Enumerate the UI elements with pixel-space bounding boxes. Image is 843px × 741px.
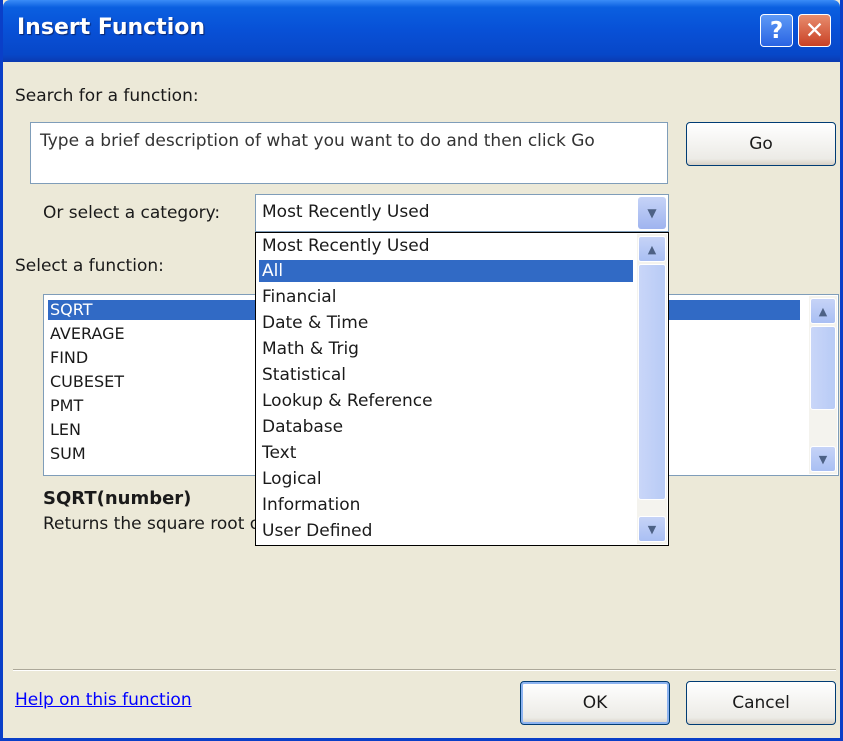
- category-option-date-time[interactable]: Date & Time: [259, 312, 633, 334]
- title-bar[interactable]: Insert Function ? ✕: [3, 0, 840, 62]
- function-item-average[interactable]: AVERAGE: [48, 324, 125, 344]
- category-option-most-recently-used[interactable]: Most Recently Used: [259, 235, 633, 257]
- function-item-sum[interactable]: SUM: [48, 444, 86, 464]
- category-option-statistical[interactable]: Statistical: [259, 364, 633, 386]
- function-list-scrollbar[interactable]: ▲ ▼: [809, 296, 837, 474]
- cancel-button[interactable]: Cancel: [686, 681, 836, 725]
- category-label: Or select a category:: [43, 203, 221, 223]
- function-item-len[interactable]: LEN: [48, 420, 81, 440]
- category-selected-value: Most Recently Used: [262, 202, 430, 222]
- chevron-down-icon[interactable]: ▼: [638, 197, 666, 229]
- down-arrow-icon[interactable]: ▼: [810, 446, 836, 472]
- search-input[interactable]: Type a brief description of what you wan…: [30, 122, 668, 184]
- footer-separator: [13, 669, 836, 671]
- help-icon: ?: [769, 17, 784, 44]
- cancel-button-label: Cancel: [732, 693, 790, 713]
- function-description: Returns the square root of a number.: [43, 514, 255, 534]
- search-label: Search for a function:: [15, 86, 199, 106]
- help-on-function-link[interactable]: Help on this function: [15, 690, 192, 710]
- up-arrow-icon[interactable]: ▲: [638, 236, 666, 262]
- window-title: Insert Function: [17, 15, 206, 40]
- category-dropdown-list[interactable]: Most Recently Used All Financial Date & …: [255, 232, 669, 546]
- function-signature: SQRT(number): [43, 488, 192, 509]
- category-option-all[interactable]: All: [259, 260, 633, 282]
- category-option-math-trig[interactable]: Math & Trig: [259, 338, 633, 360]
- category-dropdown-scroll-thumb[interactable]: [638, 264, 666, 500]
- go-button-label: Go: [749, 134, 773, 154]
- category-option-database[interactable]: Database: [259, 416, 633, 438]
- go-button[interactable]: Go: [686, 122, 836, 166]
- insert-function-dialog: Insert Function ? ✕ Search for a functio…: [0, 0, 843, 741]
- help-button[interactable]: ?: [760, 14, 793, 47]
- down-arrow-icon[interactable]: ▼: [638, 516, 666, 542]
- function-list-label: Select a function:: [15, 256, 164, 276]
- category-option-logical[interactable]: Logical: [259, 468, 633, 490]
- ok-button[interactable]: OK: [520, 681, 670, 725]
- category-option-financial[interactable]: Financial: [259, 286, 633, 308]
- category-option-information[interactable]: Information: [259, 494, 633, 516]
- function-item-cubeset[interactable]: CUBESET: [48, 372, 124, 392]
- function-item-pmt[interactable]: PMT: [48, 396, 83, 416]
- category-select[interactable]: Most Recently Used ▼: [255, 194, 669, 232]
- category-option-user-defined[interactable]: User Defined: [259, 520, 633, 542]
- category-dropdown-scrollbar[interactable]: ▲ ▼: [637, 234, 667, 544]
- up-arrow-icon[interactable]: ▲: [810, 298, 836, 324]
- close-icon: ✕: [804, 17, 825, 44]
- category-option-text[interactable]: Text: [259, 442, 633, 464]
- function-item-find[interactable]: FIND: [48, 348, 88, 368]
- function-list-scroll-thumb[interactable]: [810, 326, 836, 410]
- ok-button-label: OK: [582, 693, 608, 713]
- category-option-lookup-reference[interactable]: Lookup & Reference: [259, 390, 633, 412]
- close-button[interactable]: ✕: [798, 14, 831, 47]
